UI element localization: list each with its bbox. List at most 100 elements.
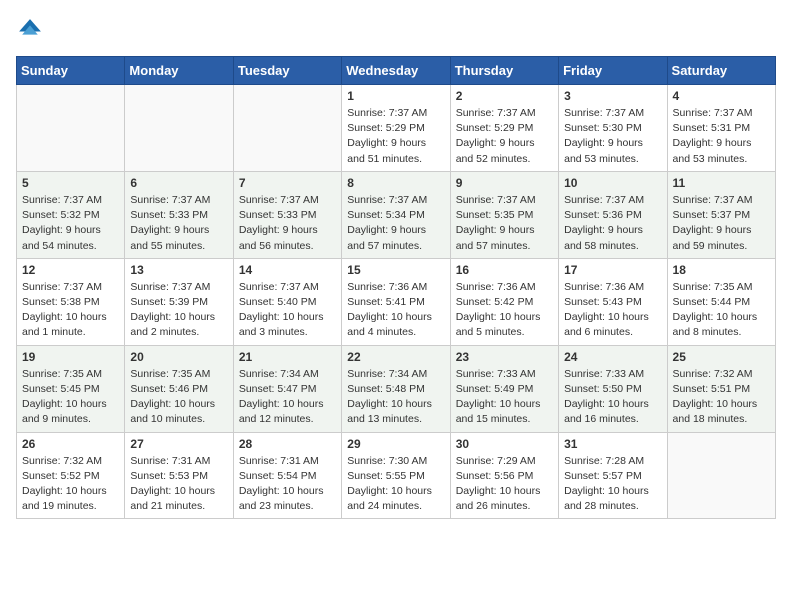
day-info: Sunrise: 7:36 AMSunset: 5:43 PMDaylight:… [564, 280, 661, 341]
day-number: 19 [22, 350, 119, 364]
day-info: Sunrise: 7:37 AMSunset: 5:29 PMDaylight:… [456, 106, 553, 167]
calendar-cell: 23 Sunrise: 7:33 AMSunset: 5:49 PMDayligh… [450, 345, 558, 432]
day-info: Sunrise: 7:37 AMSunset: 5:29 PMDaylight:… [347, 106, 444, 167]
calendar-cell [667, 432, 775, 519]
day-info: Sunrise: 7:35 AMSunset: 5:44 PMDaylight:… [673, 280, 770, 341]
day-number: 10 [564, 176, 661, 190]
calendar-cell: 11 Sunrise: 7:37 AMSunset: 5:37 PMDayligh… [667, 171, 775, 258]
calendar-cell: 4 Sunrise: 7:37 AMSunset: 5:31 PMDaylight… [667, 85, 775, 172]
weekday-header-monday: Monday [125, 57, 233, 85]
day-number: 20 [130, 350, 227, 364]
day-info: Sunrise: 7:31 AMSunset: 5:54 PMDaylight:… [239, 454, 336, 515]
day-number: 31 [564, 437, 661, 451]
day-info: Sunrise: 7:37 AMSunset: 5:37 PMDaylight:… [673, 193, 770, 254]
day-number: 16 [456, 263, 553, 277]
day-number: 8 [347, 176, 444, 190]
calendar-cell: 12 Sunrise: 7:37 AMSunset: 5:38 PMDayligh… [17, 258, 125, 345]
day-info: Sunrise: 7:36 AMSunset: 5:42 PMDaylight:… [456, 280, 553, 341]
day-info: Sunrise: 7:35 AMSunset: 5:46 PMDaylight:… [130, 367, 227, 428]
day-number: 4 [673, 89, 770, 103]
calendar-cell: 17 Sunrise: 7:36 AMSunset: 5:43 PMDayligh… [559, 258, 667, 345]
day-info: Sunrise: 7:29 AMSunset: 5:56 PMDaylight:… [456, 454, 553, 515]
day-info: Sunrise: 7:30 AMSunset: 5:55 PMDaylight:… [347, 454, 444, 515]
day-number: 29 [347, 437, 444, 451]
day-info: Sunrise: 7:37 AMSunset: 5:30 PMDaylight:… [564, 106, 661, 167]
day-number: 28 [239, 437, 336, 451]
week-row-5: 26 Sunrise: 7:32 AMSunset: 5:52 PMDayligh… [17, 432, 776, 519]
calendar-cell: 24Sunrise: 7:33 AMSunset: 5:50 PMDayligh… [559, 345, 667, 432]
day-number: 17 [564, 263, 661, 277]
calendar-cell: 2 Sunrise: 7:37 AMSunset: 5:29 PMDaylight… [450, 85, 558, 172]
day-number: 12 [22, 263, 119, 277]
calendar-cell [125, 85, 233, 172]
weekday-header-wednesday: Wednesday [342, 57, 450, 85]
day-info: Sunrise: 7:37 AMSunset: 5:36 PMDaylight:… [564, 193, 661, 254]
day-number: 25 [673, 350, 770, 364]
day-info: Sunrise: 7:32 AMSunset: 5:51 PMDaylight:… [673, 367, 770, 428]
calendar-cell: 20 Sunrise: 7:35 AMSunset: 5:46 PMDayligh… [125, 345, 233, 432]
calendar-cell: 6Sunrise: 7:37 AMSunset: 5:33 PMDaylight… [125, 171, 233, 258]
week-row-2: 5Sunrise: 7:37 AMSunset: 5:32 PMDaylight… [17, 171, 776, 258]
calendar-cell: 10 Sunrise: 7:37 AMSunset: 5:36 PMDayligh… [559, 171, 667, 258]
calendar-cell: 15Sunrise: 7:36 AMSunset: 5:41 PMDayligh… [342, 258, 450, 345]
day-number: 9 [456, 176, 553, 190]
day-number: 11 [673, 176, 770, 190]
day-info: Sunrise: 7:37 AMSunset: 5:40 PMDaylight:… [239, 280, 336, 341]
week-row-4: 19Sunrise: 7:35 AMSunset: 5:45 PMDayligh… [17, 345, 776, 432]
day-info: Sunrise: 7:36 AMSunset: 5:41 PMDaylight:… [347, 280, 444, 341]
day-number: 21 [239, 350, 336, 364]
calendar-cell: 22 Sunrise: 7:34 AMSunset: 5:48 PMDayligh… [342, 345, 450, 432]
page-header [16, 16, 776, 44]
day-info: Sunrise: 7:37 AMSunset: 5:39 PMDaylight:… [130, 280, 227, 341]
day-number: 14 [239, 263, 336, 277]
day-info: Sunrise: 7:37 AMSunset: 5:38 PMDaylight:… [22, 280, 119, 341]
day-number: 6 [130, 176, 227, 190]
calendar-cell: 21Sunrise: 7:34 AMSunset: 5:47 PMDayligh… [233, 345, 341, 432]
calendar-cell: 19Sunrise: 7:35 AMSunset: 5:45 PMDayligh… [17, 345, 125, 432]
day-number: 26 [22, 437, 119, 451]
calendar-cell: 30 Sunrise: 7:29 AMSunset: 5:56 PMDayligh… [450, 432, 558, 519]
weekday-header-sunday: Sunday [17, 57, 125, 85]
weekday-header-row: SundayMondayTuesdayWednesdayThursdayFrid… [17, 57, 776, 85]
day-info: Sunrise: 7:32 AMSunset: 5:52 PMDaylight:… [22, 454, 119, 515]
day-info: Sunrise: 7:37 AMSunset: 5:31 PMDaylight:… [673, 106, 770, 167]
day-info: Sunrise: 7:34 AMSunset: 5:48 PMDaylight:… [347, 367, 444, 428]
day-number: 1 [347, 89, 444, 103]
calendar-cell: 27 Sunrise: 7:31 AMSunset: 5:53 PMDayligh… [125, 432, 233, 519]
calendar-cell: 13 Sunrise: 7:37 AMSunset: 5:39 PMDayligh… [125, 258, 233, 345]
calendar-cell: 8Sunrise: 7:37 AMSunset: 5:34 PMDaylight… [342, 171, 450, 258]
day-info: Sunrise: 7:33 AMSunset: 5:50 PMDaylight:… [564, 367, 661, 428]
calendar-cell: 25 Sunrise: 7:32 AMSunset: 5:51 PMDayligh… [667, 345, 775, 432]
calendar-cell: 28 Sunrise: 7:31 AMSunset: 5:54 PMDayligh… [233, 432, 341, 519]
day-number: 13 [130, 263, 227, 277]
calendar-cell: 31 Sunrise: 7:28 AMSunset: 5:57 PMDayligh… [559, 432, 667, 519]
day-info: Sunrise: 7:31 AMSunset: 5:53 PMDaylight:… [130, 454, 227, 515]
calendar-cell: 5Sunrise: 7:37 AMSunset: 5:32 PMDaylight… [17, 171, 125, 258]
day-info: Sunrise: 7:37 AMSunset: 5:33 PMDaylight:… [239, 193, 336, 254]
weekday-header-saturday: Saturday [667, 57, 775, 85]
day-info: Sunrise: 7:37 AMSunset: 5:32 PMDaylight:… [22, 193, 119, 254]
day-info: Sunrise: 7:28 AMSunset: 5:57 PMDaylight:… [564, 454, 661, 515]
day-number: 7 [239, 176, 336, 190]
day-info: Sunrise: 7:37 AMSunset: 5:35 PMDaylight:… [456, 193, 553, 254]
calendar-cell: 7 Sunrise: 7:37 AMSunset: 5:33 PMDaylight… [233, 171, 341, 258]
day-number: 18 [673, 263, 770, 277]
calendar-cell: 26 Sunrise: 7:32 AMSunset: 5:52 PMDayligh… [17, 432, 125, 519]
calendar-cell: 9 Sunrise: 7:37 AMSunset: 5:35 PMDaylight… [450, 171, 558, 258]
day-number: 22 [347, 350, 444, 364]
day-number: 23 [456, 350, 553, 364]
day-number: 3 [564, 89, 661, 103]
calendar-cell: 3 Sunrise: 7:37 AMSunset: 5:30 PMDaylight… [559, 85, 667, 172]
day-number: 30 [456, 437, 553, 451]
week-row-1: 1 Sunrise: 7:37 AMSunset: 5:29 PMDaylight… [17, 85, 776, 172]
day-number: 2 [456, 89, 553, 103]
day-info: Sunrise: 7:33 AMSunset: 5:49 PMDaylight:… [456, 367, 553, 428]
day-number: 27 [130, 437, 227, 451]
calendar-cell: 29 Sunrise: 7:30 AMSunset: 5:55 PMDayligh… [342, 432, 450, 519]
logo-icon [16, 16, 44, 44]
calendar-cell [17, 85, 125, 172]
week-row-3: 12 Sunrise: 7:37 AMSunset: 5:38 PMDayligh… [17, 258, 776, 345]
calendar-cell: 18 Sunrise: 7:35 AMSunset: 5:44 PMDayligh… [667, 258, 775, 345]
calendar-cell [233, 85, 341, 172]
calendar-cell: 16 Sunrise: 7:36 AMSunset: 5:42 PMDayligh… [450, 258, 558, 345]
